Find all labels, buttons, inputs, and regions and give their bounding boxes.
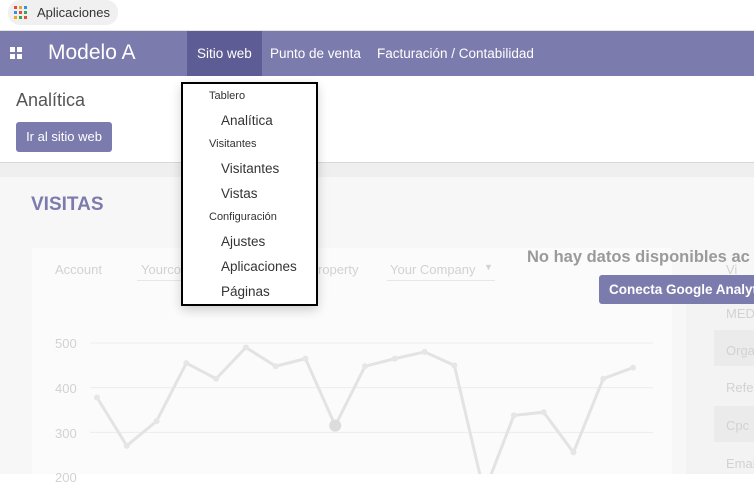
data-point xyxy=(630,364,636,371)
panel-item: Emai xyxy=(726,456,754,471)
right-panel: MED Orga Refe Cpc Emai xyxy=(686,300,754,474)
data-point xyxy=(329,419,342,432)
goto-website-button[interactable]: Ir al sitio web xyxy=(16,122,112,152)
account-underline xyxy=(137,280,187,281)
main-navbar: Modelo A Sitio web Punto de venta Factur… xyxy=(0,31,754,76)
browser-bookmarks-bar: Aplicaciones xyxy=(0,0,754,31)
data-point xyxy=(123,442,130,449)
property-select: Your Company xyxy=(390,262,476,277)
dropdown-item-paginas[interactable]: Páginas xyxy=(221,284,270,299)
connect-google-analytics-button[interactable]: Conecta Google Analytics xyxy=(599,275,754,304)
apps-bookmark[interactable]: Aplicaciones xyxy=(8,0,118,25)
dropdown-header-tablero: Tablero xyxy=(209,90,246,102)
dropdown-item-aplicaciones[interactable]: Aplicaciones xyxy=(221,259,297,274)
account-select: Yourco xyxy=(141,262,181,277)
breadcrumb: Analítica xyxy=(16,90,86,110)
data-point xyxy=(242,344,249,351)
data-point xyxy=(153,418,160,425)
menu-sitio-web[interactable]: Sitio web xyxy=(187,31,262,76)
data-point xyxy=(510,412,517,419)
grid-icon xyxy=(14,6,27,19)
data-point xyxy=(183,360,190,367)
apps-label: Aplicaciones xyxy=(37,5,110,20)
visits-line-chart xyxy=(90,342,653,474)
dropdown-item-analitica[interactable]: Analítica xyxy=(221,113,273,128)
sitio-web-dropdown: Tablero Analítica Visitantes Visitantes … xyxy=(181,82,318,306)
panel-item: Orga xyxy=(726,343,754,358)
data-point xyxy=(570,449,577,456)
data-point xyxy=(94,394,100,401)
data-point xyxy=(451,362,458,369)
dropdown-item-ajustes[interactable]: Ajustes xyxy=(221,234,265,249)
panel-item: Cpc xyxy=(726,418,750,433)
panel-item: Refe xyxy=(726,380,754,395)
dropdown-header-visitantes: Visitantes xyxy=(209,138,257,150)
menu-facturacion[interactable]: Facturación / Contabilidad xyxy=(367,31,544,76)
data-point xyxy=(391,355,398,362)
dropdown-header-configuracion: Configuración xyxy=(209,211,277,223)
data-point xyxy=(421,348,428,355)
control-panel-divider xyxy=(0,162,754,177)
data-point xyxy=(272,363,279,370)
data-point xyxy=(302,355,309,362)
data-point xyxy=(362,363,368,370)
menu-punto-de-venta[interactable]: Punto de venta xyxy=(260,31,371,76)
property-label: roperty xyxy=(318,262,359,277)
caret-down-icon: ▼ xyxy=(484,262,493,272)
dropdown-item-visitantes[interactable]: Visitantes xyxy=(221,161,279,176)
app-brand[interactable]: Modelo A xyxy=(48,41,136,65)
apps-menu-icon[interactable] xyxy=(10,47,22,59)
dropdown-item-vistas[interactable]: Vistas xyxy=(221,186,258,201)
data-point xyxy=(540,409,547,416)
property-underline xyxy=(387,280,495,281)
data-point xyxy=(213,375,220,382)
data-point xyxy=(600,375,607,382)
panel-label: MED xyxy=(726,306,754,321)
visits-title: VISITAS xyxy=(31,194,104,215)
no-data-message: No hay datos disponibles ac xyxy=(527,248,750,266)
account-label: Account xyxy=(55,262,102,277)
